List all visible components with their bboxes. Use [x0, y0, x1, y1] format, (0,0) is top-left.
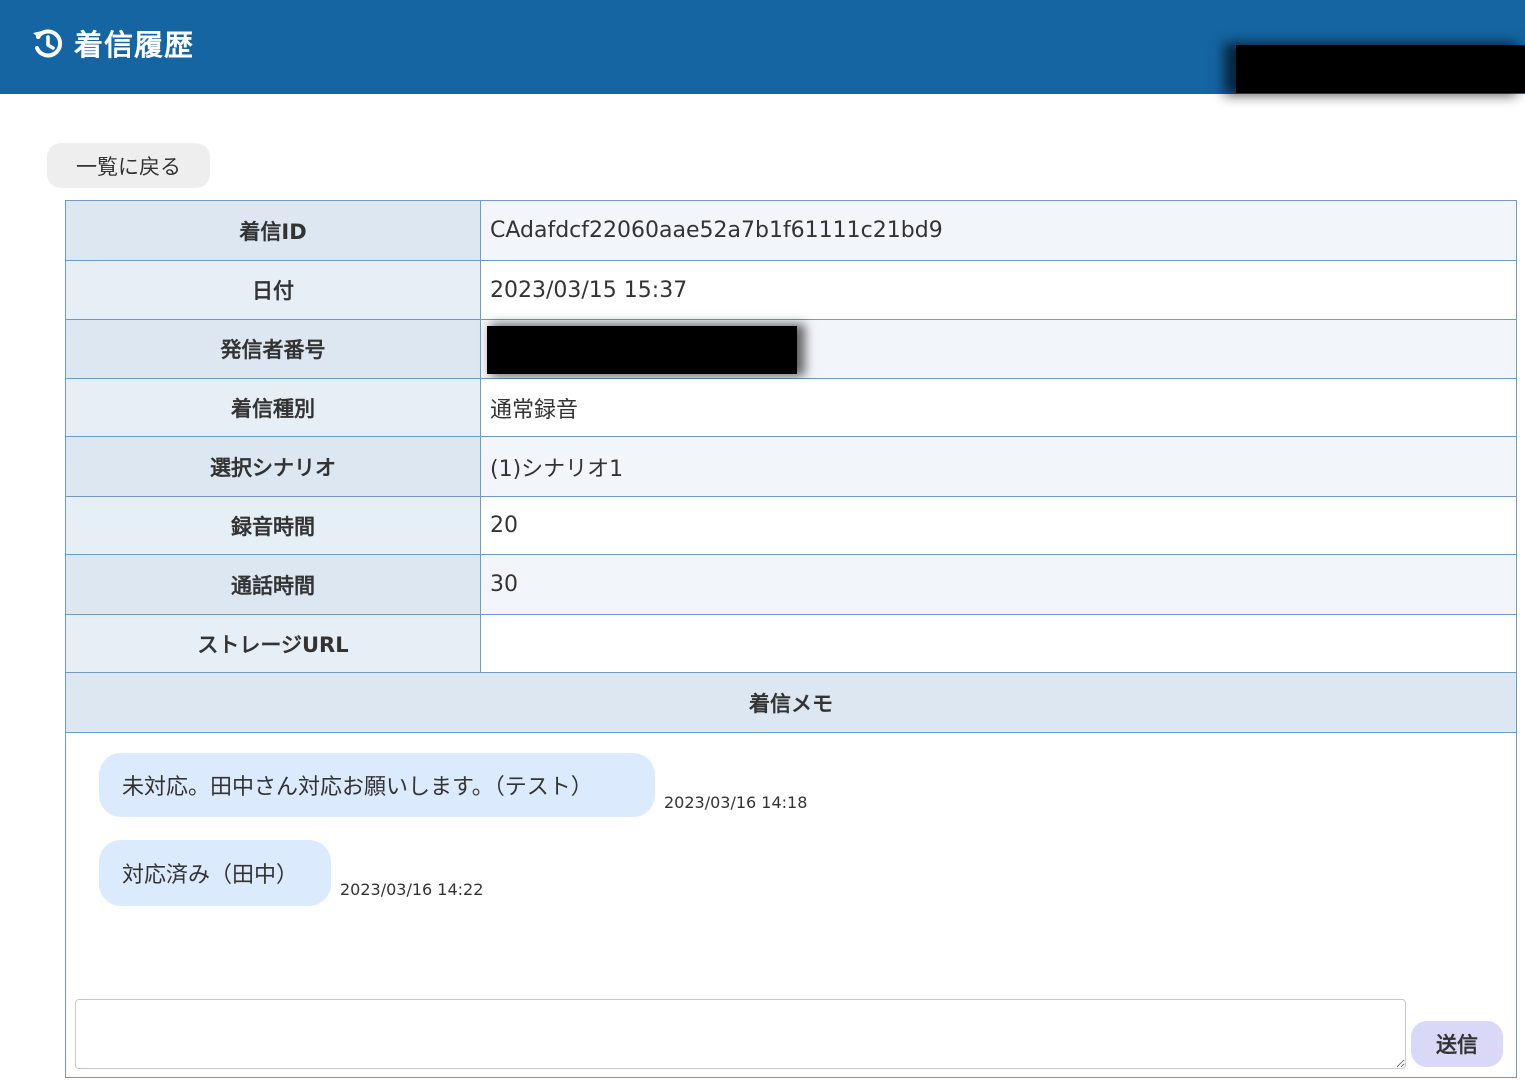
- back-to-list-button[interactable]: 一覧に戻る: [47, 143, 210, 188]
- detail-row-caller-number: 発信者番号: [66, 320, 1516, 379]
- memo-section-title: 着信メモ: [66, 673, 1516, 733]
- detail-label: 録音時間: [66, 497, 481, 554]
- detail-label: ストレージURL: [66, 615, 481, 672]
- detail-row-call-type: 着信種別 通常録音: [66, 379, 1516, 437]
- call-detail-table: 着信ID CAdafdcf22060aae52a7b1f61111c21bd9 …: [65, 200, 1517, 1078]
- memo-message: 未対応。田中さん対応お願いします。（テスト）: [99, 753, 655, 817]
- detail-label: 選択シナリオ: [66, 437, 481, 496]
- redacted-caller-number: [487, 326, 797, 374]
- detail-value: 30: [481, 555, 1516, 614]
- history-icon: [33, 29, 63, 58]
- detail-row-scenario: 選択シナリオ (1)シナリオ1: [66, 437, 1516, 497]
- detail-value: CAdafdcf22060aae52a7b1f61111c21bd9: [481, 201, 1516, 260]
- detail-row-call-id: 着信ID CAdafdcf22060aae52a7b1f61111c21bd9: [66, 201, 1516, 261]
- detail-value: [481, 615, 1516, 672]
- detail-value: (1)シナリオ1: [481, 437, 1516, 496]
- send-button[interactable]: 送信: [1411, 1021, 1503, 1067]
- detail-value: [481, 320, 1516, 378]
- detail-label: 着信ID: [66, 201, 481, 260]
- memo-timestamp: 2023/03/16 14:18: [664, 793, 808, 812]
- app-header: 着信履歴: [0, 0, 1525, 94]
- detail-label: 発信者番号: [66, 320, 481, 378]
- detail-label: 日付: [66, 261, 481, 319]
- redacted-account-area: [1236, 45, 1525, 93]
- detail-value: 通常録音: [481, 379, 1516, 436]
- detail-row-date: 日付 2023/03/15 15:37: [66, 261, 1516, 320]
- detail-row-recording-time: 録音時間 20: [66, 497, 1516, 555]
- detail-label: 着信種別: [66, 379, 481, 436]
- page-title: 着信履歴: [74, 28, 195, 62]
- detail-value: 20: [481, 497, 1516, 554]
- memo-input[interactable]: [75, 999, 1406, 1069]
- memo-thread: 未対応。田中さん対応お願いします。（テスト） 2023/03/16 14:18 …: [66, 733, 1516, 1077]
- detail-value: 2023/03/15 15:37: [481, 261, 1516, 319]
- detail-row-storage-url: ストレージURL: [66, 615, 1516, 673]
- detail-row-talk-time: 通話時間 30: [66, 555, 1516, 615]
- memo-timestamp: 2023/03/16 14:22: [340, 880, 484, 899]
- detail-label: 通話時間: [66, 555, 481, 614]
- memo-message: 対応済み（田中）: [99, 840, 331, 906]
